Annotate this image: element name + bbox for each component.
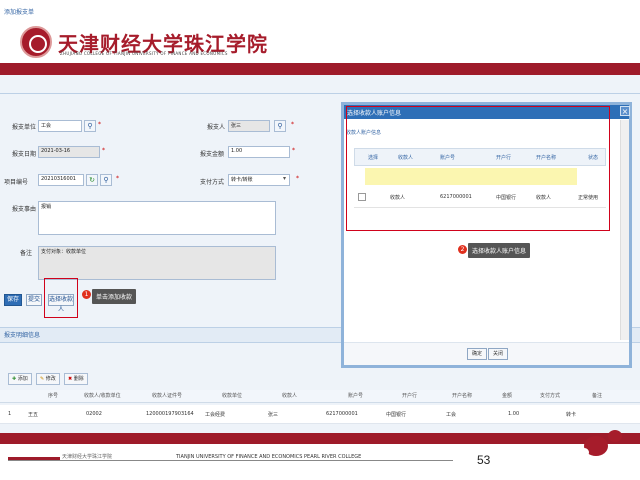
amount-input[interactable]: 1.00 [228,146,290,158]
table-header-cell: 收款人证件号 [152,393,183,399]
table-header-cell: 金额 [502,393,513,399]
table-cell: 1.00 [508,411,520,417]
table-header-cell: 收款人 [282,393,298,399]
page-title: 添加报支单 [4,9,35,16]
project-search-button[interactable]: ⚲ [100,174,112,186]
table-header-cell: 序号 [48,393,59,399]
payment-select[interactable]: 转卡/转账 [228,174,290,186]
school-logo [20,26,52,58]
close-icon: × [621,107,629,116]
refresh-button[interactable]: ↻ [86,174,98,186]
table-cell: 王五 [28,412,39,418]
table-header-cell: 支付方式 [540,393,561,399]
expense-type-search-button[interactable]: ⚲ [84,120,96,132]
save-button[interactable]: 保存 [4,294,22,306]
decoration-dot [580,448,589,457]
required-mark: * [98,121,101,128]
project-no-input[interactable]: 20210316001 [38,174,84,186]
remark-textarea[interactable]: 支付对象：收款单位 [38,246,276,280]
title-divider [0,93,640,94]
footer-bar [0,433,640,444]
expense-type-label: 报支单位 [12,124,37,131]
footer-divider [8,460,453,461]
tip-select-payee: 单击添加收款 [92,289,137,304]
required-mark: * [292,147,295,154]
reason-textarea[interactable]: 报销 [38,201,276,235]
table-header-cell: 收款单位 [222,393,243,399]
step-badge: 1 [82,290,91,299]
school-english-name: ZHUJIANG COLLEGE OF TIANJIN UNIVERSITY O… [60,51,228,56]
table-cell: 中国银行 [386,412,407,418]
page-number: 53 [477,453,491,467]
delete-button[interactable]: ✖ 删除 [64,373,88,385]
table-cell: 1 [8,411,12,417]
detail-section-title: 报支明细信息 [4,332,41,339]
expense-type-input[interactable]: 工会 [38,120,82,132]
table-header-cell: 开户行 [402,393,418,399]
remark-label: 备注 [20,250,33,257]
required-mark: * [102,147,105,154]
table-header-cell: 开户名称 [452,393,473,399]
applicant-input[interactable]: 张三 [228,120,270,132]
step-badge: 2 [458,245,467,254]
applicant-search-button[interactable]: ⚲ [274,120,286,132]
required-mark: * [296,175,299,182]
required-mark: * [116,175,119,182]
table-cell: 6217000001 [326,411,358,417]
table-header-cell: 收款人/收款单位 [84,393,121,399]
table-header-cell: 备注 [592,393,603,399]
table-header-cell: 账户号 [348,393,364,399]
header-bar [0,63,640,75]
search-icon: ⚲ [277,122,283,130]
reason-label: 报支事由 [12,206,37,213]
dialog-ok-button[interactable]: 确定 [467,348,488,360]
edit-label: 修改 [45,376,56,382]
date-input[interactable]: 2021-03-16 [38,146,100,158]
date-label: 报支日期 [12,151,37,158]
submit-button[interactable]: 提交 [26,294,42,306]
add-label: 添加 [17,376,28,382]
table-cell: 张三 [268,412,279,418]
project-no-label: 项目编号 [4,179,29,186]
tip-select-account: 选择收款人账户信息 [468,243,531,258]
table-cell: 120000197903164 [146,411,194,417]
applicant-label: 报支人 [207,124,226,131]
dialog-scrollbar[interactable] [620,120,629,340]
dialog-close-text-button[interactable]: 关闭 [488,348,509,360]
chevron-down-icon: ▾ [283,175,287,182]
edit-button[interactable]: ✎ 修改 [36,373,60,385]
decoration-dot [608,430,622,442]
search-icon: ⚲ [87,122,93,130]
footer-english-name: TIANJIN UNIVERSITY OF FINANCE AND ECONOM… [176,454,362,460]
add-button[interactable]: ✚ 添加 [8,373,32,385]
footer-school-name: 天津财经大学珠江学院 [62,454,113,460]
table-cell: 工会 [446,412,457,418]
dialog-close-button[interactable]: × [620,106,630,116]
required-mark: * [291,121,294,128]
highlight-box-select-payee [44,278,78,318]
payment-label: 支付方式 [200,179,225,186]
search-icon: ⚲ [103,176,109,184]
amount-label: 报支金额 [200,151,225,158]
table-cell: 工会经费 [205,412,226,418]
highlight-box-dialog [346,106,610,231]
delete-label: 删除 [73,376,84,382]
refresh-icon: ↻ [89,176,95,184]
table-cell: 02002 [86,411,102,417]
table-cell: 转卡 [566,412,577,418]
